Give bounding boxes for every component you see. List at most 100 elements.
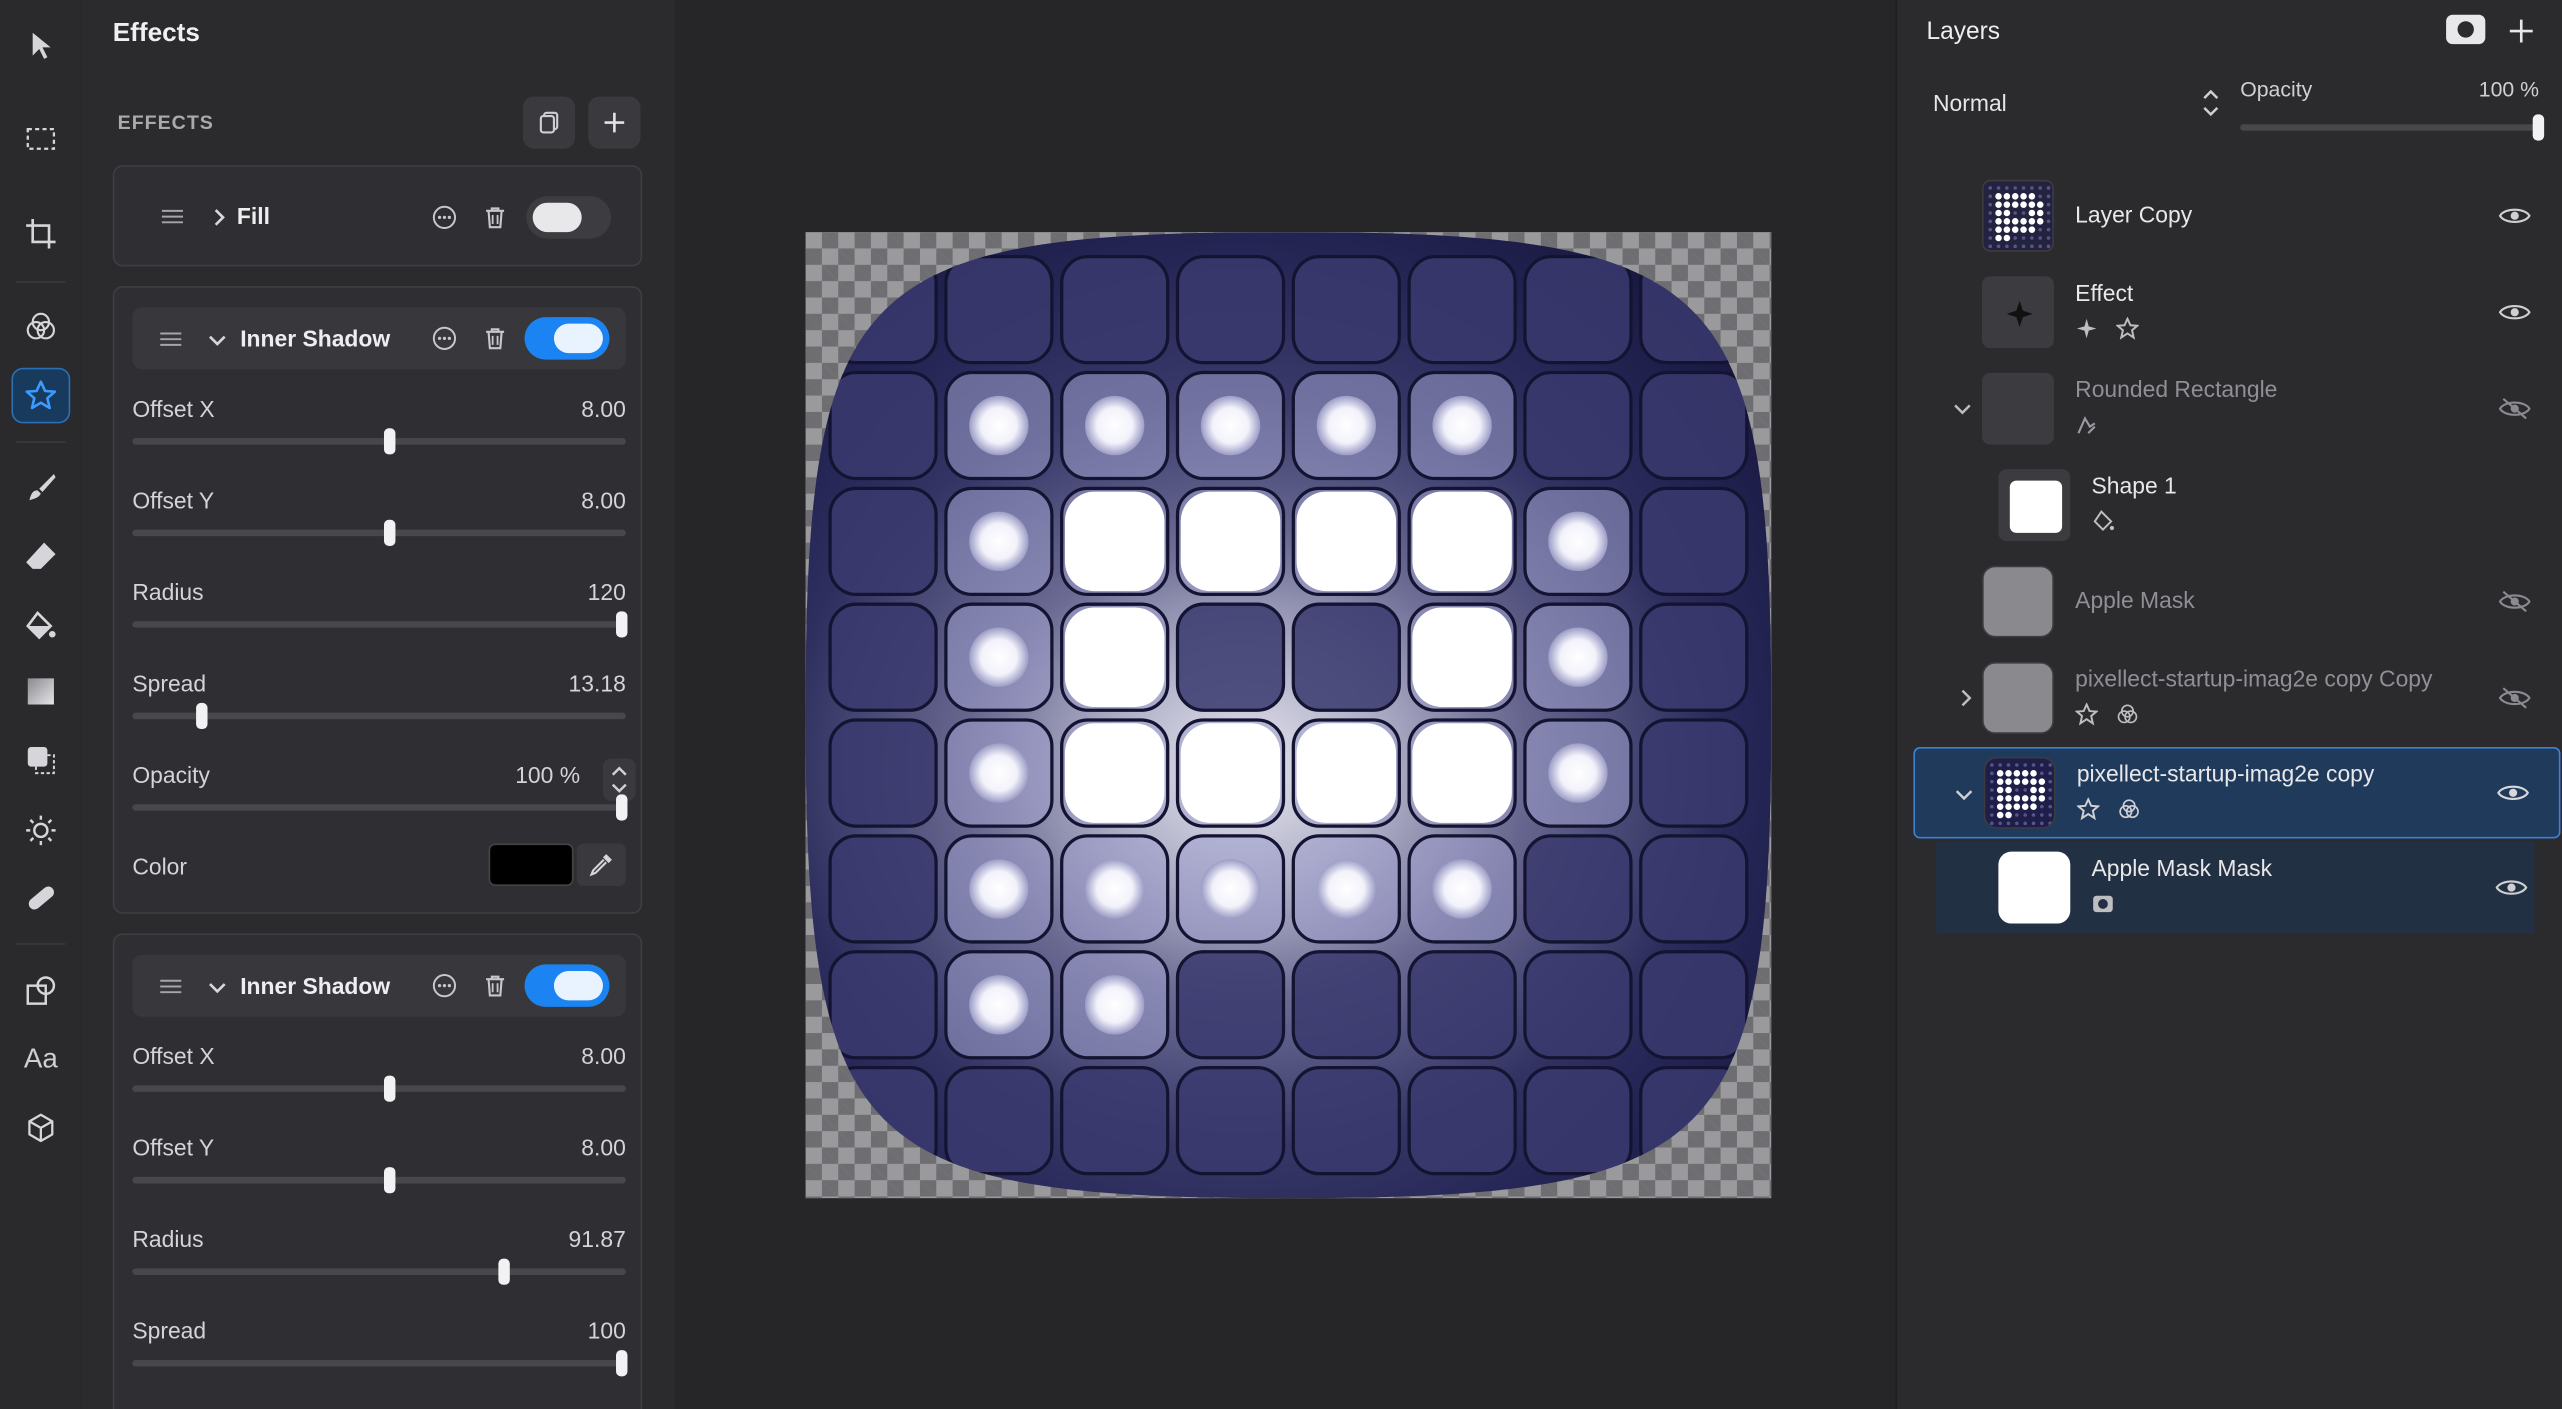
eyedropper-button[interactable] <box>576 843 626 886</box>
updown-chevron-icon[interactable] <box>2201 88 2221 117</box>
text-tool[interactable]: Aa <box>11 1031 70 1087</box>
eye-icon[interactable] <box>2495 876 2528 899</box>
thumbnail-dot <box>2046 202 2051 207</box>
layer-row-pixellect-copy-copy[interactable]: pixellect-startup-imag2e copy Copy <box>1913 652 2560 744</box>
select-tool[interactable] <box>11 18 70 74</box>
layer-row-shape-1[interactable]: Shape 1 <box>1913 459 2560 551</box>
param-value[interactable]: 8.00 <box>581 396 626 422</box>
param-value[interactable]: 100 <box>588 1317 626 1343</box>
slider-track[interactable] <box>132 428 626 455</box>
more-options-icon[interactable] <box>431 204 457 230</box>
brush-tool[interactable] <box>11 459 70 515</box>
blend-mode-select[interactable]: Normal <box>1933 90 2007 116</box>
brightness-tool[interactable] <box>11 803 70 859</box>
trash-icon[interactable] <box>482 973 508 999</box>
chevron-down-icon[interactable] <box>208 977 228 997</box>
eye-icon[interactable] <box>2498 204 2531 227</box>
led-thumbnail-icon <box>1990 763 2052 826</box>
slider-track[interactable] <box>132 1075 626 1102</box>
slider-thumb[interactable] <box>615 1350 628 1377</box>
slider-track[interactable] <box>132 1350 628 1377</box>
eye-icon[interactable] <box>2498 301 2531 324</box>
eye-icon[interactable] <box>2497 781 2530 804</box>
add-effect-button[interactable] <box>588 96 641 149</box>
drag-handle-icon[interactable] <box>160 332 182 347</box>
opacity-slider-thumb[interactable] <box>2532 114 2545 141</box>
trash-icon[interactable] <box>482 204 508 230</box>
crop-tool[interactable] <box>11 206 70 262</box>
inner-shadow-toggle-2[interactable] <box>524 964 610 1007</box>
slider-thumb[interactable] <box>384 1075 396 1102</box>
marquee-tool[interactable] <box>11 111 70 167</box>
slider-thumb[interactable] <box>384 1167 396 1194</box>
chevron-right-icon[interactable] <box>1956 688 1976 708</box>
fill-bucket-icon <box>26 610 56 640</box>
chevron-down-icon[interactable] <box>1953 399 1973 419</box>
slider-thumb[interactable] <box>615 794 628 821</box>
thumbnail-dot <box>2013 236 2018 240</box>
canvas-area[interactable] <box>674 0 1896 1409</box>
eye-hidden-icon[interactable] <box>2498 590 2531 613</box>
slider-track[interactable] <box>132 519 626 546</box>
eye-hidden-icon[interactable] <box>2498 687 2531 710</box>
param-value[interactable]: 8.00 <box>581 1043 626 1069</box>
param-value[interactable]: 91.87 <box>569 1226 626 1252</box>
copy-effects-button[interactable] <box>522 96 576 149</box>
gradient-tool[interactable] <box>11 664 70 720</box>
shape-select-tool[interactable] <box>11 732 70 788</box>
layer-row-pixellect-copy[interactable]: pixellect-startup-imag2e copy <box>1913 747 2561 839</box>
slider-track[interactable] <box>132 611 628 638</box>
add-mask-button[interactable] <box>2446 14 2486 45</box>
slider-track[interactable] <box>132 1258 626 1285</box>
slider-thumb[interactable] <box>384 428 396 455</box>
opacity-slider-track[interactable] <box>2240 114 2545 141</box>
chevron-down-icon[interactable] <box>208 330 228 350</box>
thumbnail-dot <box>1988 227 1993 232</box>
led-cell <box>944 1065 1054 1176</box>
color-swatch[interactable] <box>488 843 574 886</box>
fill-effect-header[interactable]: Fill <box>114 167 640 265</box>
inner-shadow-header-2[interactable]: Inner Shadow <box>132 954 626 1017</box>
3d-tool[interactable] <box>11 1100 70 1156</box>
chevron-down-icon[interactable] <box>1954 785 1974 805</box>
add-layer-plus-icon[interactable] <box>2508 18 2534 44</box>
slider-thumb[interactable] <box>615 611 628 638</box>
slider-track[interactable] <box>132 794 628 821</box>
opacity-value[interactable]: 100 % <box>2479 77 2539 102</box>
layer-row-apple-mask[interactable]: Apple Mask <box>1913 556 2560 648</box>
param-value[interactable]: 120 <box>588 579 626 605</box>
param-value[interactable]: 100 % <box>515 762 580 788</box>
param-value[interactable]: 8.00 <box>581 1134 626 1160</box>
drag-handle-icon[interactable] <box>160 979 182 994</box>
chevron-right-icon[interactable] <box>209 208 229 228</box>
inner-shadow-toggle-1[interactable] <box>524 317 610 360</box>
layer-row-effect[interactable]: Effect <box>1913 266 2560 358</box>
slider-thumb[interactable] <box>196 702 208 730</box>
fill-tool[interactable] <box>11 598 70 654</box>
eye-hidden-icon[interactable] <box>2498 397 2531 420</box>
led-cell <box>1291 950 1401 1060</box>
slider-thumb[interactable] <box>384 519 396 546</box>
adjust-tool[interactable] <box>11 299 70 355</box>
artwork-canvas[interactable] <box>805 232 1772 1199</box>
heal-tool[interactable] <box>11 870 70 926</box>
layer-row-layer-copy[interactable]: Layer Copy <box>1913 170 2560 262</box>
drag-handle-icon[interactable] <box>161 209 184 224</box>
inner-shadow-header-1[interactable]: Inner Shadow <box>132 307 626 370</box>
layer-row-rounded-rectangle[interactable]: Rounded Rectangle <box>1913 363 2560 455</box>
param-value[interactable]: 8.00 <box>581 487 626 513</box>
more-options-icon[interactable] <box>431 973 457 999</box>
effects-tool[interactable] <box>11 367 71 424</box>
param-value[interactable]: 13.18 <box>569 670 626 696</box>
fill-toggle[interactable] <box>526 196 612 239</box>
more-options-icon[interactable] <box>431 325 457 351</box>
slider-track[interactable] <box>132 702 626 730</box>
slider-thumb[interactable] <box>497 1258 509 1285</box>
layer-row-apple-mask-mask[interactable]: Apple Mask Mask <box>1936 841 2535 934</box>
trash-icon[interactable] <box>482 325 508 351</box>
shapes-tool[interactable] <box>11 963 70 1019</box>
eraser-tool[interactable] <box>11 528 70 584</box>
slider-track[interactable] <box>132 1167 626 1194</box>
thumbnail-dot <box>2046 227 2051 232</box>
thumbnail-dot <box>2013 778 2021 785</box>
